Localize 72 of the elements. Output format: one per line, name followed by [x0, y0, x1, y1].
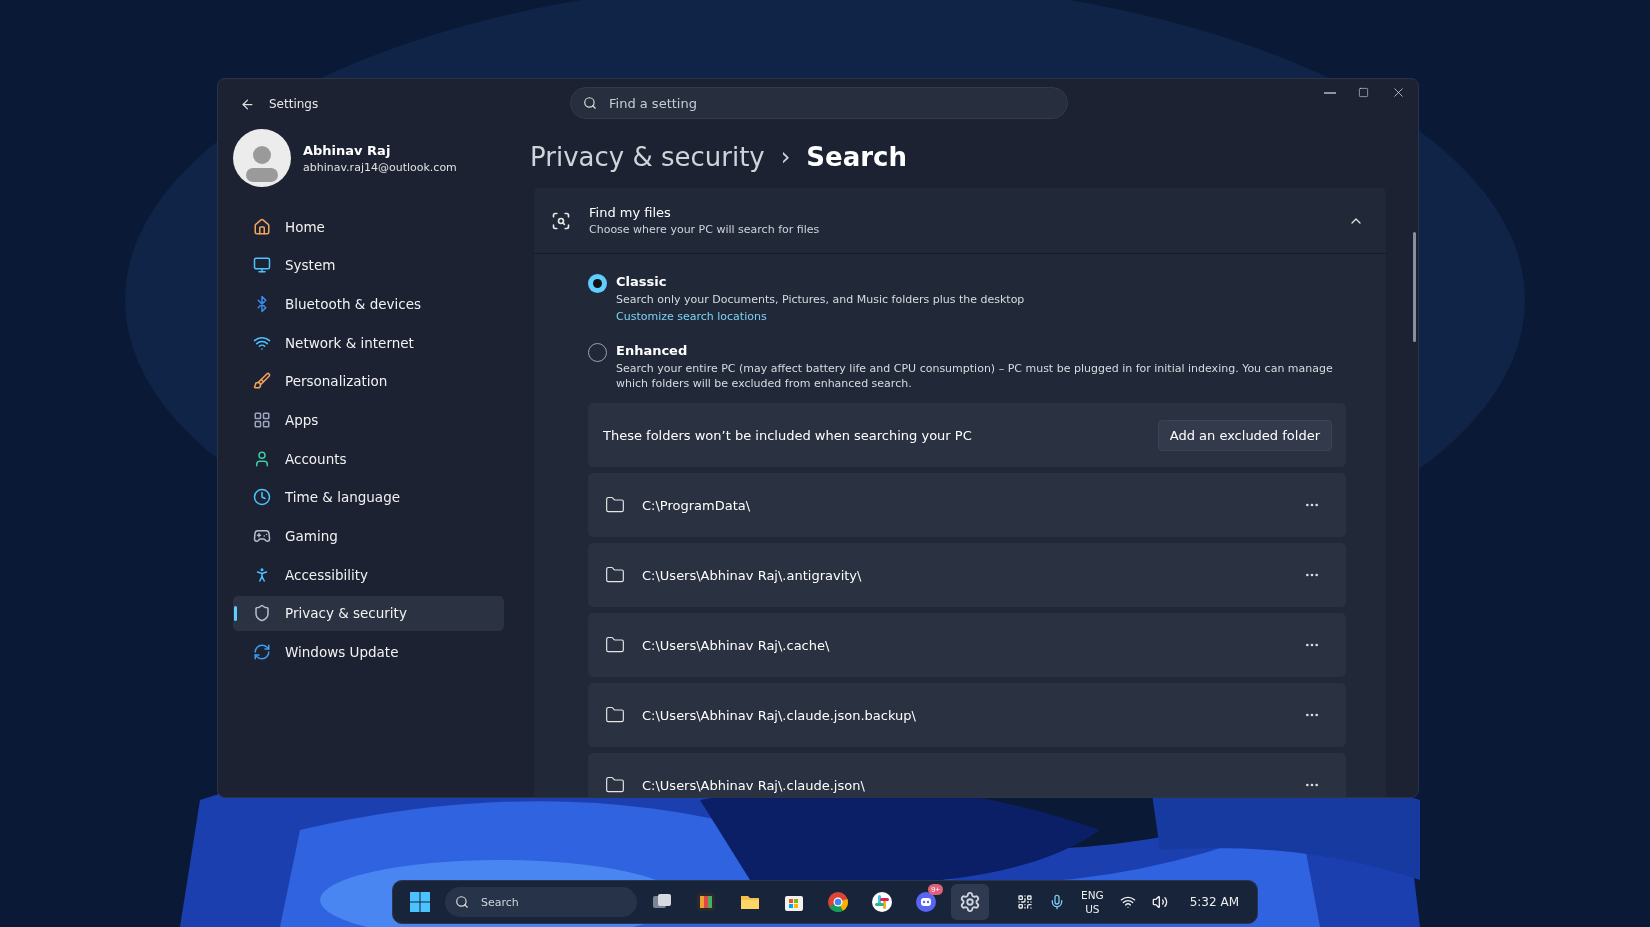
section-title: Find my files: [589, 205, 672, 220]
wifi-icon[interactable]: [1119, 894, 1136, 910]
browser-icon: [827, 891, 849, 913]
clock[interactable]: 5:32 AM: [1189, 895, 1239, 909]
user-name: Abhinav Raj: [303, 142, 392, 158]
settings-search-input[interactable]: Find a setting: [607, 94, 1067, 112]
window-title: Settings: [269, 97, 319, 111]
folder-icon: [605, 495, 625, 515]
folder-path: C:\Users\Abhinav Raj\.antigravity\: [642, 567, 863, 583]
folder-icon: [605, 775, 625, 795]
chat-app-icon: [915, 891, 937, 913]
update-icon: [253, 643, 271, 662]
breadcrumb-parent[interactable]: Privacy & security: [530, 141, 765, 172]
notification-badge: 9+: [927, 884, 943, 895]
sidebar-item[interactable]: Windows Update: [233, 634, 504, 670]
option-description: Search only your Documents, Pictures, and Music folders plus the desktop: [616, 292, 1025, 307]
folder-path: C:\Users\Abhinav Raj\.claude.json\: [642, 777, 866, 793]
brush-icon: [253, 372, 271, 391]
minimize-icon: [1324, 91, 1336, 94]
clock-icon: [253, 488, 271, 507]
sidebar-item[interactable]: Bluetooth & devices: [233, 286, 504, 322]
sidebar-item[interactable]: Gaming: [233, 518, 504, 554]
windows-logo-icon: [409, 891, 431, 913]
radio-button[interactable]: [588, 274, 607, 293]
folder-icon: [605, 705, 625, 725]
folder-path: C:\Users\Abhinav Raj\.claude.json.backup\: [642, 707, 917, 723]
option-label: Classic: [616, 274, 668, 289]
avatar: [233, 129, 291, 187]
breadcrumb-separator: ›: [780, 142, 791, 171]
sidebar-item[interactable]: Home: [233, 209, 504, 244]
sidebar-item[interactable]: Accessibility: [233, 557, 504, 593]
taskbar-app-button[interactable]: [951, 884, 989, 920]
excluded-caption: These folders won’t be included when searching your PC: [603, 427, 972, 443]
sidebar-item[interactable]: Personalization: [233, 363, 504, 399]
sidebar-item[interactable]: System: [233, 247, 504, 283]
home-icon: [253, 217, 271, 236]
settings-search-field[interactable]: Find a setting: [570, 87, 1068, 119]
folder-icon: [605, 635, 625, 655]
customize-link[interactable]: Customize search locations: [616, 310, 1025, 323]
qr-code-icon[interactable]: [1017, 894, 1034, 910]
app-icon: [695, 891, 717, 913]
volume-icon[interactable]: [1151, 894, 1168, 910]
search-icon: [455, 895, 469, 909]
apps-grid-icon: [253, 410, 271, 429]
sidebar-item[interactable]: Privacy & security: [233, 595, 504, 631]
option-description: Search your entire PC (may affect battery life and CPU consumption) – PC must be plugged in for initial indexing. You can manage which folders will be excluded from enhanced search.: [616, 361, 1334, 391]
maximize-icon: [1358, 87, 1369, 98]
folder-path: C:\ProgramData\: [642, 497, 752, 513]
sidebar-item[interactable]: Accounts: [233, 441, 504, 477]
user-email: abhinav.raj14@outlook.com: [303, 160, 457, 174]
settings-icon: [959, 891, 981, 913]
sidebar-item[interactable]: Apps: [233, 402, 504, 438]
add-folder-button[interactable]: Add an excluded folder: [1157, 419, 1332, 451]
section-subtitle: Choose where your PC will search for files: [589, 223, 821, 236]
person-icon: [253, 449, 271, 468]
close-icon: [1391, 85, 1406, 100]
folder-path: C:\Users\Abhinav Raj\.cache\: [642, 637, 831, 653]
monitor-icon: [253, 256, 271, 275]
hash-logo-icon: [871, 891, 893, 913]
page-title: Search: [806, 141, 907, 172]
sidebar-item[interactable]: Network & internet: [233, 325, 504, 361]
option-label: Enhanced: [616, 343, 689, 358]
sidebar-item[interactable]: Time & language: [233, 479, 504, 515]
shield-icon: [253, 604, 271, 623]
search-file-icon: [551, 210, 571, 231]
language-indicator[interactable]: ENG US: [1081, 888, 1104, 916]
folder-icon: [605, 565, 625, 585]
search-icon: [583, 96, 597, 110]
scrollbar-thumb[interactable]: [1412, 232, 1416, 342]
taskbar-search-input[interactable]: Search: [479, 894, 569, 910]
gamepad-icon: [253, 527, 271, 545]
taskbar-search-field[interactable]: Search: [445, 887, 637, 917]
